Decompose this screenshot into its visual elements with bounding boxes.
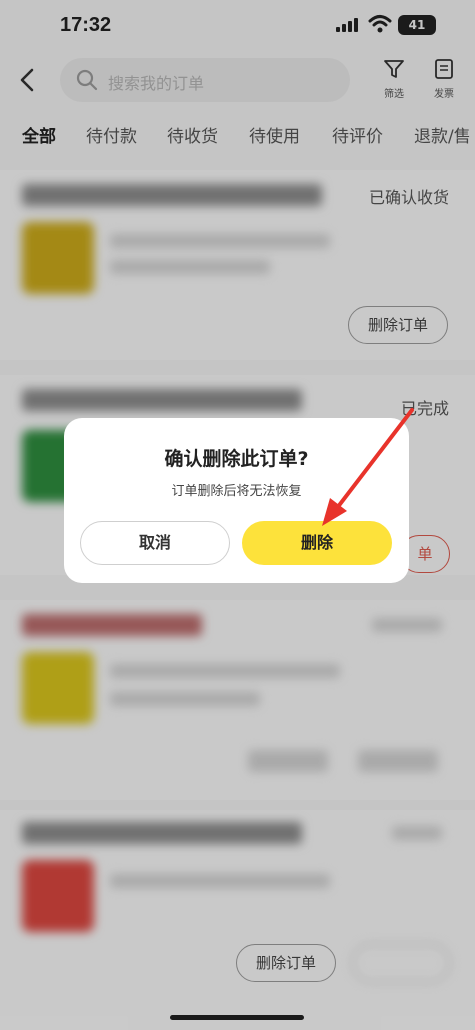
annotation-arrow-icon xyxy=(322,408,414,526)
home-indicator xyxy=(170,1015,304,1020)
